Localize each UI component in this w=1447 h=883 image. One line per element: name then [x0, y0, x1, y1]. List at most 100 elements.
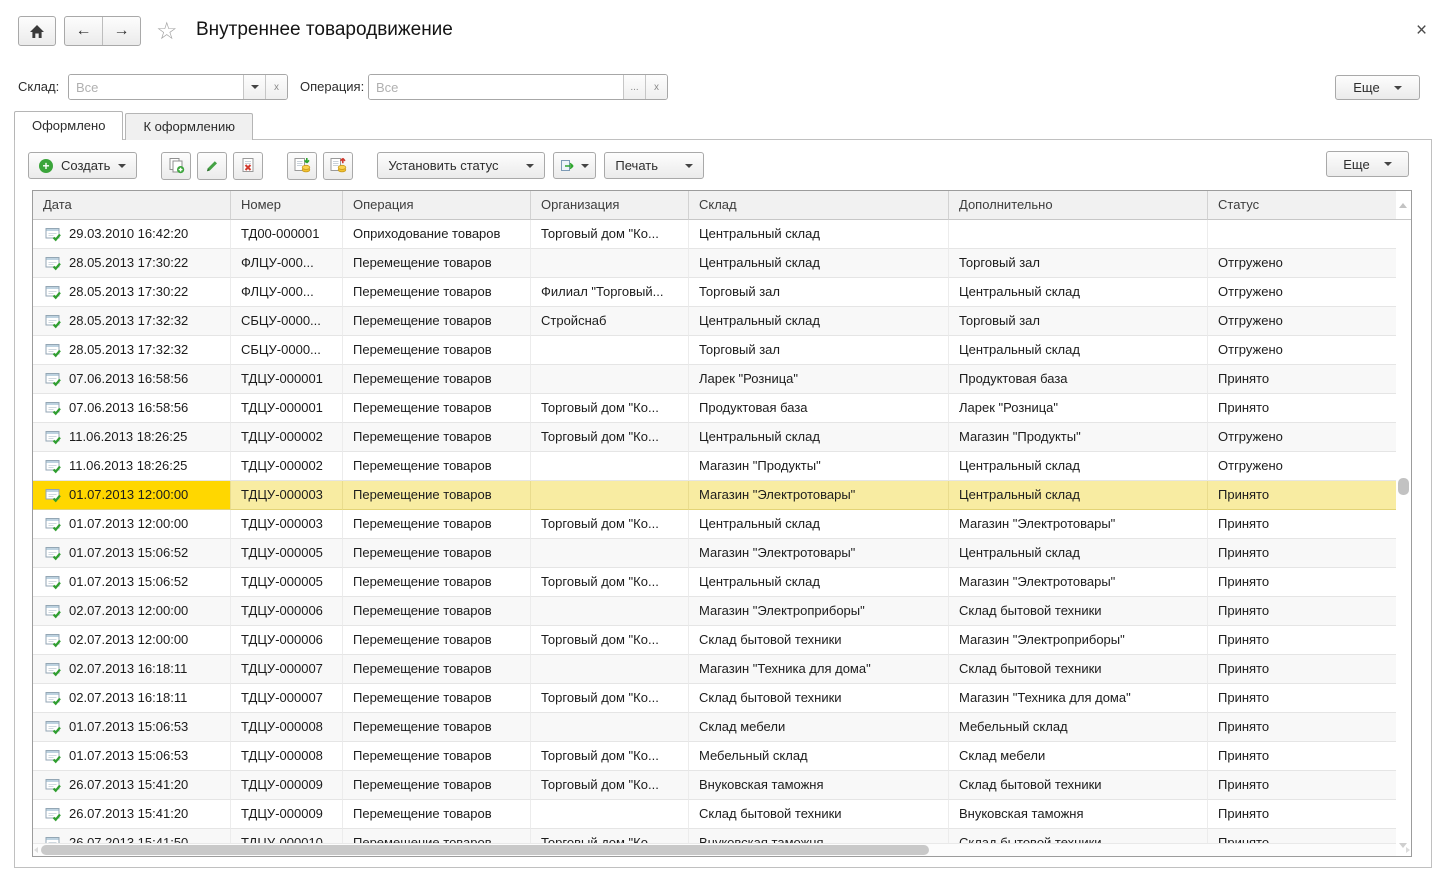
table-row[interactable]: 26.07.2013 15:41:50 ТДЦУ-000010 Перемеще… — [33, 829, 1396, 843]
table-row[interactable]: 11.06.2013 18:26:25 ТДЦУ-000002 Перемеще… — [33, 452, 1396, 481]
cell-organization: Торговый дом "Ко... — [531, 220, 689, 249]
table-row[interactable]: 28.05.2013 17:32:32 СБЦУ-0000... Перемещ… — [33, 336, 1396, 365]
table-row[interactable]: 26.07.2013 15:41:20 ТДЦУ-000009 Перемеще… — [33, 771, 1396, 800]
cell-organization: Торговый дом "Ко... — [531, 626, 689, 655]
operation-filter-combo: ... x — [368, 74, 668, 100]
table-row[interactable]: 02.07.2013 16:18:11 ТДЦУ-000007 Перемеще… — [33, 655, 1396, 684]
table-row[interactable]: 01.07.2013 15:06:52 ТДЦУ-000005 Перемеще… — [33, 568, 1396, 597]
column-header-organization[interactable]: Организация — [531, 191, 689, 220]
forward-button[interactable]: → — [102, 17, 140, 45]
arrow-down-icon[interactable] — [1399, 843, 1407, 848]
operation-choose-button[interactable]: ... — [623, 75, 645, 99]
table-row[interactable]: 01.07.2013 15:06:52 ТДЦУ-000005 Перемеще… — [33, 539, 1396, 568]
document-posted-icon — [45, 343, 62, 358]
cell-operation: Перемещение товаров — [343, 800, 531, 829]
clear-icon: x — [654, 82, 659, 93]
warehouse-filter-input[interactable] — [69, 75, 243, 99]
scroll-left-icon[interactable] — [34, 847, 38, 853]
cell-warehouse: Магазин "Электроприборы" — [689, 597, 949, 626]
table-row[interactable]: 28.05.2013 17:30:22 ФЛЦУ-000... Перемеще… — [33, 278, 1396, 307]
vertical-scroll-thumb[interactable] — [1398, 478, 1409, 495]
document-posted-icon — [45, 604, 62, 619]
table-row[interactable]: 26.07.2013 15:41:20 ТДЦУ-000009 Перемеще… — [33, 800, 1396, 829]
cell-warehouse: Торговый зал — [689, 336, 949, 365]
create-based-on-button[interactable] — [553, 152, 596, 179]
tab-oformleno[interactable]: Оформлено — [14, 111, 123, 140]
warehouse-clear-button[interactable]: x — [265, 75, 287, 99]
table-row[interactable]: 01.07.2013 15:06:53 ТДЦУ-000008 Перемеще… — [33, 742, 1396, 771]
document-posted-icon — [45, 546, 62, 561]
cell-number: СБЦУ-0000... — [231, 307, 343, 336]
tab-k-oformleniyu[interactable]: К оформлению — [125, 113, 253, 140]
home-icon — [29, 24, 45, 39]
delete-button[interactable] — [233, 152, 263, 180]
set-status-button[interactable]: Установить статус — [377, 152, 545, 179]
cell-extra: Торговый зал — [949, 249, 1208, 278]
cell-extra: Центральный склад — [949, 539, 1208, 568]
cell-date: 26.07.2013 15:41:20 — [69, 771, 188, 799]
column-header-extra[interactable]: Дополнительно — [949, 191, 1208, 220]
horizontal-scrollbar[interactable] — [33, 843, 1396, 856]
cell-date: 07.06.2013 16:58:56 — [69, 365, 188, 393]
horizontal-scroll-thumb[interactable] — [41, 845, 929, 855]
close-icon[interactable]: × — [1416, 20, 1427, 42]
column-header-date[interactable]: Дата — [33, 191, 231, 220]
cell-status: Принято — [1208, 568, 1396, 597]
cell-status: Отгружено — [1208, 307, 1396, 336]
home-button[interactable] — [18, 16, 56, 46]
chevron-down-icon — [685, 164, 693, 168]
operation-filter-input[interactable] — [369, 75, 623, 99]
cell-number: ТДЦУ-000005 — [231, 539, 343, 568]
toolbar-more-button[interactable]: Еще — [1326, 151, 1409, 177]
column-header-status[interactable]: Статус — [1208, 191, 1396, 220]
cell-status: Отгружено — [1208, 249, 1396, 278]
table-row[interactable]: 01.07.2013 15:06:53 ТДЦУ-000008 Перемеще… — [33, 713, 1396, 742]
cell-status: Принято — [1208, 800, 1396, 829]
cell-warehouse: Склад бытовой техники — [689, 684, 949, 713]
print-button[interactable]: Печать — [604, 152, 704, 179]
favorite-star-icon[interactable]: ☆ — [156, 17, 178, 46]
column-header-number[interactable]: Номер — [231, 191, 343, 220]
back-button[interactable]: ← — [65, 17, 102, 45]
table-row[interactable]: 29.03.2010 16:42:20 ТД00-000001 Оприходо… — [33, 220, 1396, 249]
chevron-down-icon — [1394, 86, 1402, 90]
table-row[interactable]: 11.06.2013 18:26:25 ТДЦУ-000002 Перемеще… — [33, 423, 1396, 452]
table-row[interactable]: 07.06.2013 16:58:56 ТДЦУ-000001 Перемеще… — [33, 365, 1396, 394]
column-header-operation[interactable]: Операция — [343, 191, 531, 220]
document-list-grid: Дата Номер Операция Организация Склад До… — [32, 190, 1412, 857]
table-row[interactable]: 02.07.2013 12:00:00 ТДЦУ-000006 Перемеще… — [33, 597, 1396, 626]
table-row[interactable]: 02.07.2013 12:00:00 ТДЦУ-000006 Перемеще… — [33, 626, 1396, 655]
cell-warehouse: Внуковская таможня — [689, 771, 949, 800]
scroll-up-corner[interactable] — [1396, 191, 1411, 220]
unpost-document-button[interactable] — [323, 152, 353, 180]
table-row[interactable]: 28.05.2013 17:32:32 СБЦУ-0000... Перемещ… — [33, 307, 1396, 336]
cell-status: Принято — [1208, 394, 1396, 423]
cell-operation: Оприходование товаров — [343, 220, 531, 249]
cell-organization: Филиал "Торговый... — [531, 278, 689, 307]
create-button[interactable]: + Создать — [28, 152, 137, 179]
cell-organization — [531, 481, 689, 510]
table-row[interactable]: 07.06.2013 16:58:56 ТДЦУ-000001 Перемеще… — [33, 394, 1396, 423]
cell-date: 01.07.2013 15:06:53 — [69, 713, 188, 741]
cell-status: Принято — [1208, 829, 1396, 843]
edit-button[interactable] — [197, 152, 227, 180]
table-row[interactable]: 01.07.2013 12:00:00 ТДЦУ-000003 Перемеще… — [33, 481, 1396, 510]
cell-organization: Стройснаб — [531, 307, 689, 336]
warehouse-dropdown-button[interactable] — [243, 75, 265, 99]
copy-button[interactable] — [161, 152, 191, 180]
table-row[interactable]: 01.07.2013 12:00:00 ТДЦУ-000003 Перемеще… — [33, 510, 1396, 539]
chevron-down-icon — [526, 164, 534, 168]
operation-clear-button[interactable]: x — [645, 75, 667, 99]
pencil-icon — [204, 158, 220, 174]
cell-organization: Торговый дом "Ко... — [531, 829, 689, 843]
cell-status: Принято — [1208, 742, 1396, 771]
form-more-button[interactable]: Еще — [1335, 75, 1420, 100]
forward-icon: → — [114, 22, 130, 40]
grid-body: 29.03.2010 16:42:20 ТД00-000001 Оприходо… — [33, 220, 1411, 843]
table-row[interactable]: 02.07.2013 16:18:11 ТДЦУ-000007 Перемеще… — [33, 684, 1396, 713]
column-header-warehouse[interactable]: Склад — [689, 191, 949, 220]
cell-organization — [531, 452, 689, 481]
cell-operation: Перемещение товаров — [343, 336, 531, 365]
table-row[interactable]: 28.05.2013 17:30:22 ФЛЦУ-000... Перемеще… — [33, 249, 1396, 278]
post-document-button[interactable] — [287, 152, 317, 180]
